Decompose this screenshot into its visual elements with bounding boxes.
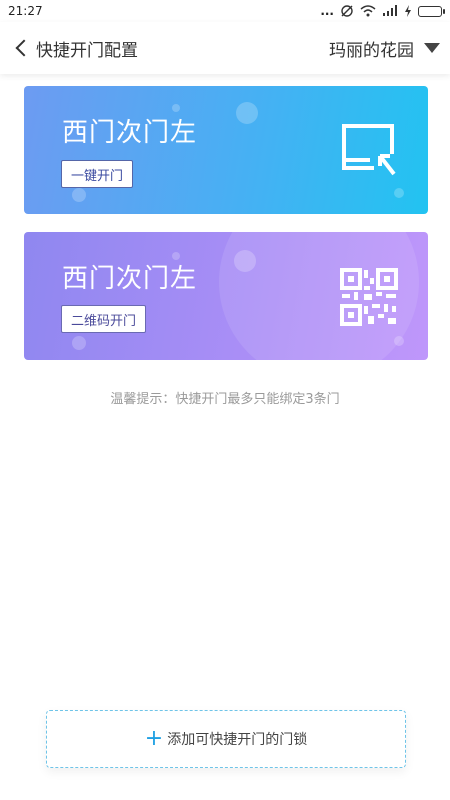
decor-dot — [236, 102, 258, 124]
add-button-label: 添加可快捷开门的门锁 — [167, 732, 308, 748]
qr-code-icon — [340, 268, 398, 326]
chevron-left-icon — [15, 39, 33, 57]
plus-icon: + — [144, 726, 164, 751]
community-selector[interactable]: 玛丽的花园 — [329, 36, 440, 61]
signal-icon — [383, 5, 397, 16]
quick-open-card-2[interactable]: 西门次门左 二维码开门 — [24, 232, 428, 360]
decor-dot — [72, 336, 86, 350]
door-name: 西门次门左 — [62, 264, 198, 294]
status-bar: 21:27 ... — [0, 0, 450, 22]
battery-icon — [418, 5, 445, 17]
page-title: 快捷开门配置 — [36, 40, 138, 61]
status-time: 21:27 — [8, 4, 43, 18]
wifi-icon — [360, 5, 376, 17]
decor-dot — [394, 336, 404, 346]
status-icons: ... — [320, 4, 445, 18]
add-quick-lock-button[interactable]: + 添加可快捷开门的门锁 — [46, 710, 406, 768]
title-bar: 快捷开门配置 玛丽的花园 — [0, 22, 450, 74]
hint-text: 温馨提示：快捷开门最多只能绑定3条门 — [110, 392, 340, 407]
decor-dot — [172, 104, 180, 112]
quick-open-card-1[interactable]: 西门次门左 一键开门 — [24, 86, 428, 214]
more-dots-icon: ... — [320, 4, 334, 18]
one-click-open-button[interactable]: 一键开门 — [61, 160, 134, 188]
door-name: 西门次门左 — [62, 118, 198, 148]
community-name: 玛丽的花园 — [329, 40, 414, 61]
back-button[interactable]: 快捷开门配置 — [14, 36, 138, 61]
decor-dot — [234, 250, 256, 272]
alarm-icon — [341, 5, 353, 17]
charging-icon — [405, 5, 411, 17]
open-door-icon — [342, 124, 396, 176]
decor-dot — [394, 188, 404, 198]
dropdown-triangle-icon — [424, 43, 440, 53]
decor-dot — [72, 188, 86, 202]
qr-code-open-button[interactable]: 二维码开门 — [61, 305, 147, 333]
